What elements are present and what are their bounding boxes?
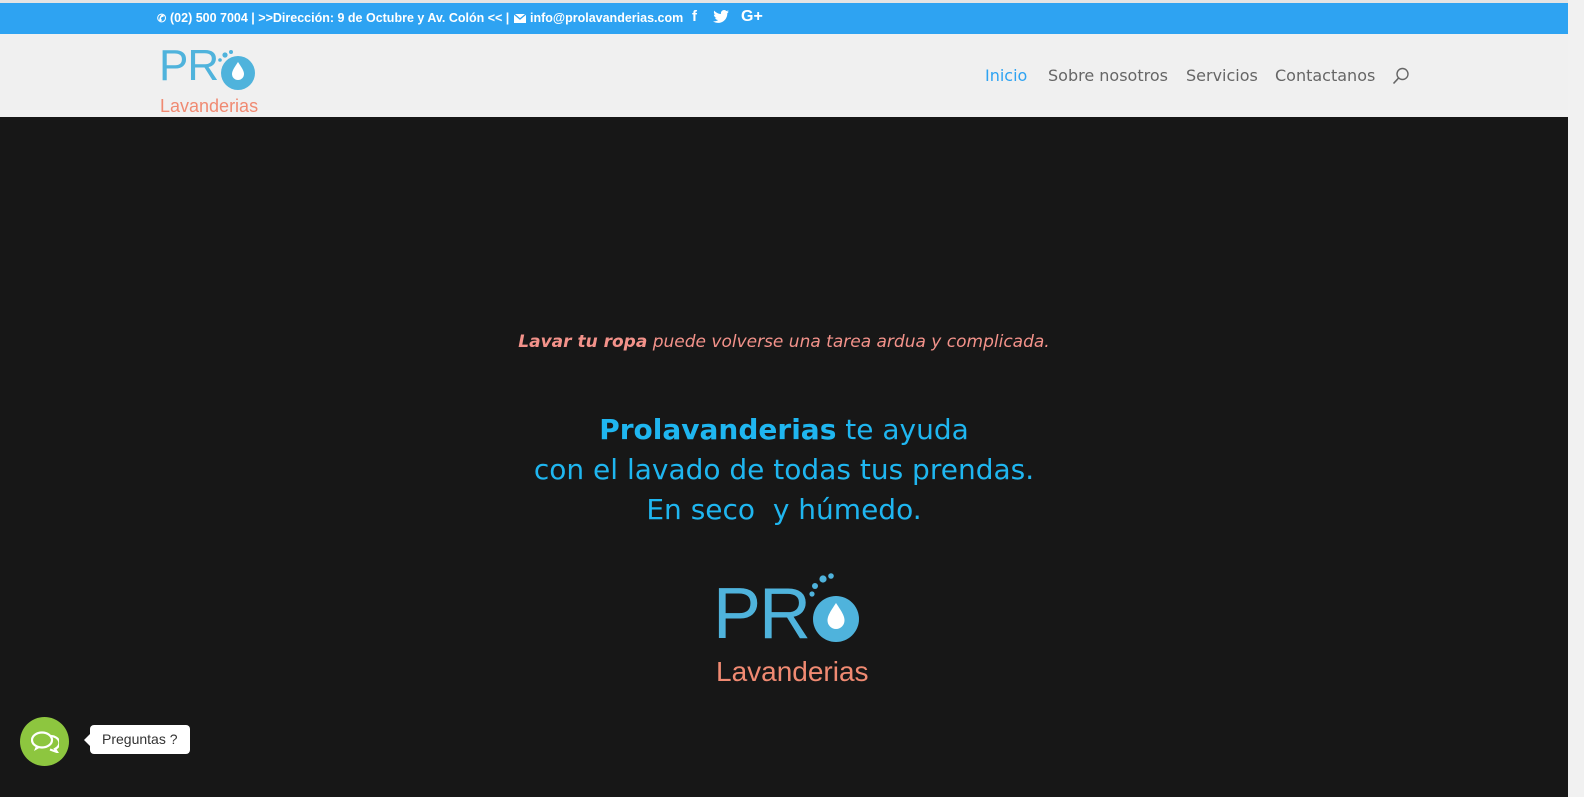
- chat-button[interactable]: [20, 717, 69, 766]
- hero-logo-subtitle: Lavanderias: [716, 656, 869, 687]
- nav-servicios[interactable]: Servicios: [1186, 66, 1258, 85]
- site-header: PR Lavanderias Inicio Sobre nosotros Ser…: [0, 34, 1568, 117]
- hero-heading-line3: En seco y húmedo.: [646, 493, 922, 526]
- email-text: info@prolavanderias.com: [530, 11, 684, 25]
- hero-heading-line1: Prolavanderias te ayuda: [0, 410, 1568, 450]
- facebook-icon[interactable]: f: [692, 8, 697, 25]
- hero-tagline-rest: puede volverse una tarea ardua y complic…: [647, 332, 1050, 352]
- logo-subtitle: Lavanderias: [160, 96, 259, 116]
- hero-heading-line2: con el lavado de todas tus prendas.: [533, 453, 1035, 486]
- contact-info: ✆ (02) 500 7004 | >>Dirección: 9 de Octub…: [157, 11, 509, 25]
- phone-icon: ✆: [157, 13, 167, 25]
- email-link[interactable]: info@prolavanderias.com: [514, 11, 683, 25]
- nav-contactanos[interactable]: Contactanos: [1275, 66, 1375, 85]
- hero-heading: Prolavanderias te ayuda con el lavado de…: [0, 410, 1568, 530]
- hero-tagline-bold: Lavar tu ropa: [518, 332, 648, 352]
- hero-water-drop-icon: [809, 573, 859, 642]
- nav-inicio[interactable]: Inicio: [985, 66, 1027, 85]
- water-drop-icon: [218, 50, 255, 90]
- scrollbar[interactable]: [1568, 0, 1584, 797]
- chat-label[interactable]: Preguntas ?: [84, 725, 190, 754]
- chat-bubbles-icon: [30, 730, 59, 753]
- hero-logo-pro-text: PR: [713, 574, 811, 654]
- hero-tagline: Lavar tu ropa puede volverse una tarea a…: [0, 332, 1568, 352]
- logo-pro-text: PR: [159, 41, 219, 90]
- hero-brand: Prolavanderias: [599, 413, 837, 446]
- envelope-icon: [514, 14, 526, 23]
- site-logo[interactable]: PR Lavanderias: [159, 40, 269, 116]
- phone-address-text: (02) 500 7004 | >>Dirección: 9 de Octubr…: [170, 11, 510, 25]
- hero-logo: PR Lavanderias: [713, 572, 873, 690]
- hero-heading-rest: te ayuda: [836, 413, 969, 446]
- nav-sobre-nosotros[interactable]: Sobre nosotros: [1048, 66, 1168, 85]
- top-bar: ✆ (02) 500 7004 | >>Dirección: 9 de Octub…: [0, 3, 1568, 34]
- google-plus-icon[interactable]: G+: [741, 8, 763, 26]
- twitter-icon[interactable]: [713, 10, 729, 23]
- search-icon[interactable]: [1392, 67, 1410, 85]
